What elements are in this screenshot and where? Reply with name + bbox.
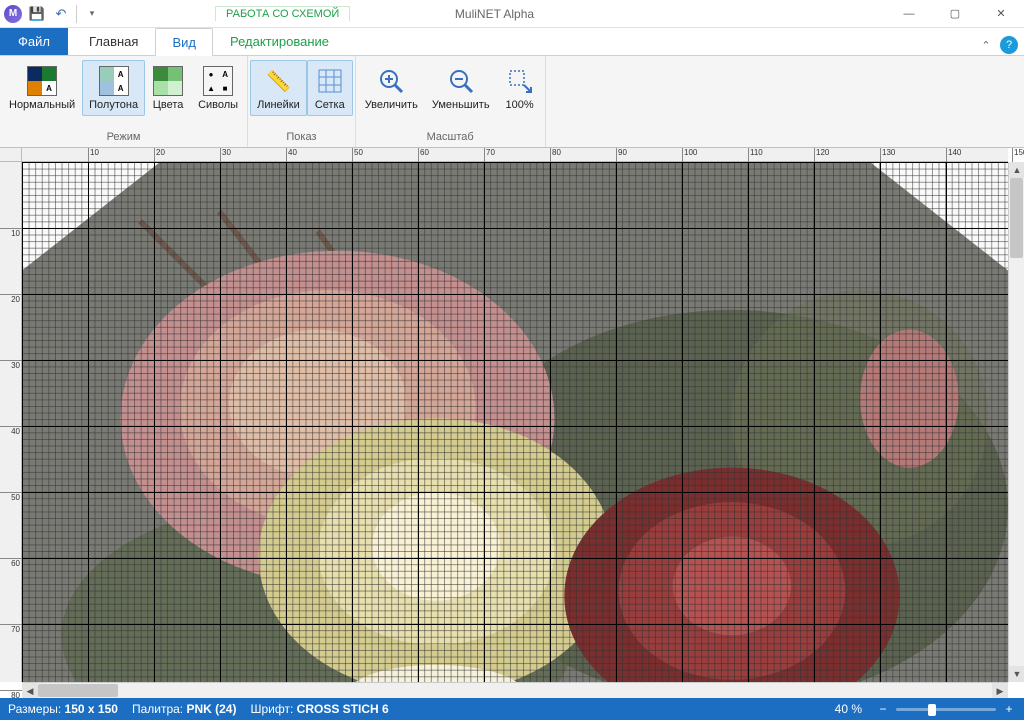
mode-colors-label: Цвета	[153, 99, 184, 111]
zoom-in-button[interactable]: Увеличить	[358, 60, 425, 116]
mode-halftones-label: Полутона	[89, 99, 138, 111]
status-font: Шрифт: CROSS STICH 6	[250, 702, 388, 716]
status-bar: Размеры: 150 x 150 Палитра: PNK (24) Шри…	[0, 698, 1024, 720]
zoom-100-icon	[504, 65, 536, 97]
save-button[interactable]: 💾	[26, 3, 48, 25]
close-button[interactable]: ✕	[978, 0, 1024, 28]
zoom-minus-button[interactable]: −	[876, 702, 890, 716]
status-palette: Палитра: PNK (24)	[132, 702, 237, 716]
window-controls: — ▢ ✕	[886, 0, 1024, 28]
ribbon-collapse-button[interactable]: ⌃	[976, 35, 996, 55]
minimize-button[interactable]: —	[886, 0, 932, 28]
maximize-button[interactable]: ▢	[932, 0, 978, 28]
qat-separator	[76, 5, 77, 23]
vertical-scrollbar[interactable]: ▲ ▼	[1008, 162, 1024, 682]
scroll-left-button[interactable]: ◀	[22, 683, 38, 698]
mode-symbols-label: Сиволы	[198, 99, 238, 111]
vertical-ruler[interactable]: 1020304050607080	[0, 162, 22, 682]
show-grid-label: Сетка	[315, 99, 345, 111]
show-grid-button[interactable]: Сетка	[307, 60, 353, 116]
grid-icon	[314, 65, 346, 97]
zoom-out-icon	[445, 65, 477, 97]
zoom-thumb[interactable]	[928, 704, 936, 716]
grid-overlay	[22, 162, 1008, 682]
mode-normal-button[interactable]: A Нормальный	[2, 60, 82, 116]
app-logo-icon: M	[4, 5, 22, 23]
scroll-up-button[interactable]: ▲	[1009, 162, 1024, 178]
mode-symbols-button[interactable]: ●A▲■ Сиволы	[191, 60, 245, 116]
ruler-icon: 📏	[262, 65, 294, 97]
status-size: Размеры: 150 x 150	[8, 702, 118, 716]
zoom-in-icon	[375, 65, 407, 97]
ribbon-group-show-label: Показ	[286, 129, 316, 145]
tab-home[interactable]: Главная	[72, 27, 155, 55]
zoom-track[interactable]	[896, 708, 996, 711]
zoom-out-label: Уменьшить	[432, 99, 490, 111]
quick-access-toolbar: 💾 ↶ ▾	[26, 3, 103, 25]
tab-editing[interactable]: Редактирование	[213, 27, 346, 55]
design-canvas[interactable]	[22, 162, 1008, 682]
ribbon-panel: A Нормальный AA Полутона Цвета ●A▲■	[0, 56, 1024, 148]
zoom-plus-button[interactable]: +	[1002, 702, 1016, 716]
mode-colors-button[interactable]: Цвета	[145, 60, 191, 116]
mode-normal-label: Нормальный	[9, 99, 75, 111]
qat-customize-button[interactable]: ▾	[81, 3, 103, 25]
ribbon-tab-strip: Файл Главная Вид Редактирование ⌃ ?	[0, 28, 1024, 56]
ruler-corner	[0, 148, 22, 162]
zoom-out-button[interactable]: Уменьшить	[425, 60, 497, 116]
mode-symbols-icon: ●A▲■	[202, 65, 234, 97]
mode-halftones-icon: AA	[98, 65, 130, 97]
zoom-in-label: Увеличить	[365, 99, 418, 111]
help-button[interactable]: ?	[1000, 36, 1018, 54]
ribbon-group-scale-label: Масштаб	[427, 129, 474, 145]
show-rulers-button[interactable]: 📏 Линейки	[250, 60, 307, 116]
horizontal-ruler[interactable]: 102030405060708090100110120130140150	[22, 148, 1008, 162]
ribbon-group-mode: A Нормальный AA Полутона Цвета ●A▲■	[0, 56, 248, 147]
zoom-100-label: 100%	[505, 99, 533, 111]
design-canvas-area: 102030405060708090100110120130140150 102…	[0, 148, 1024, 698]
scroll-right-button[interactable]: ▶	[992, 683, 1008, 698]
undo-button[interactable]: ↶	[50, 3, 72, 25]
mode-halftones-button[interactable]: AA Полутона	[82, 60, 145, 116]
scroll-thumb-h[interactable]	[38, 684, 118, 697]
tab-file[interactable]: Файл	[0, 28, 68, 55]
mode-normal-icon: A	[26, 65, 58, 97]
contextual-tab-group-title: РАБОТА СО СХЕМОЙ	[215, 6, 350, 21]
ribbon-group-scale: Увеличить Уменьшить 100% Масштаб	[356, 56, 546, 147]
tab-view[interactable]: Вид	[155, 28, 213, 56]
ribbon-group-show: 📏 Линейки Сетка Показ	[248, 56, 356, 147]
horizontal-scrollbar[interactable]: ◀ ▶	[22, 682, 1008, 698]
scroll-thumb-v[interactable]	[1010, 178, 1023, 258]
zoom-slider[interactable]: − +	[876, 702, 1016, 716]
zoom-100-button[interactable]: 100%	[497, 60, 543, 116]
show-rulers-label: Линейки	[257, 99, 300, 111]
title-bar: M 💾 ↶ ▾ РАБОТА СО СХЕМОЙ MuliNET Alpha —…	[0, 0, 1024, 28]
ribbon-group-mode-label: Режим	[107, 129, 141, 145]
status-zoom-value[interactable]: 40 %	[835, 702, 862, 716]
mode-colors-icon	[152, 65, 184, 97]
scroll-down-button[interactable]: ▼	[1009, 666, 1024, 682]
